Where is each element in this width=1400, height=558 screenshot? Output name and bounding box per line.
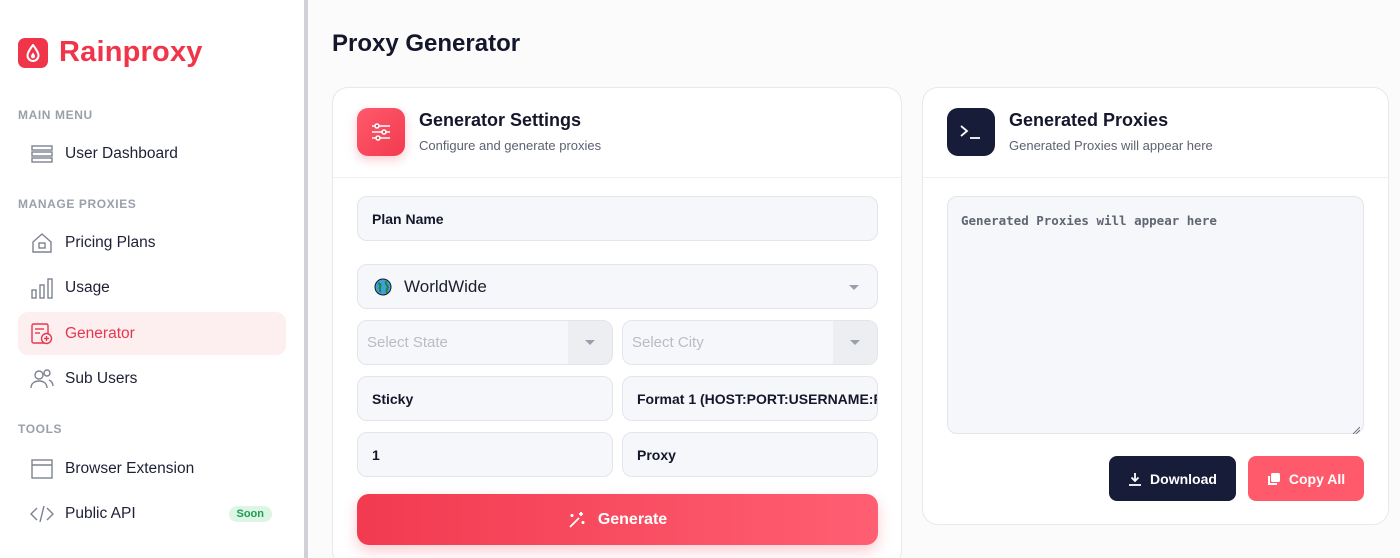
dashboard-icon (30, 142, 54, 166)
users-icon (30, 367, 54, 391)
chevron-down-icon (849, 285, 859, 290)
copy-icon (1267, 472, 1281, 486)
session-type-select[interactable]: Sticky (357, 376, 613, 421)
section-label-manage-proxies: MANAGE PROXIES (18, 197, 137, 211)
textarea-placeholder: Generated Proxies will appear here (961, 213, 1217, 228)
generated-proxies-textarea[interactable]: Generated Proxies will appear here (947, 196, 1364, 435)
card-title: Generated Proxies (1009, 110, 1169, 130)
sidebar-item-usage[interactable]: Usage (18, 266, 286, 309)
browser-window-icon (30, 457, 54, 481)
sidebar-item-user-dashboard[interactable]: User Dashboard (18, 132, 286, 175)
output-type-value: Proxy (637, 446, 676, 463)
section-label-main-menu: MAIN MENU (18, 108, 93, 122)
code-icon (30, 502, 54, 526)
country-value: WorldWide (404, 276, 487, 296)
city-dropdown-toggle[interactable] (833, 321, 877, 364)
generate-button[interactable]: Generate (357, 494, 878, 545)
generate-label: Generate (597, 510, 668, 528)
terminal-icon (947, 108, 995, 156)
sidebar-item-public-api[interactable]: Public API Soon (18, 492, 286, 535)
output-type-select[interactable]: Proxy (622, 432, 878, 477)
card-title: Generator Settings (419, 110, 582, 130)
sidebar-item-label: Generator (65, 324, 135, 342)
sliders-icon (357, 108, 405, 156)
resize-grip-icon[interactable] (1352, 422, 1361, 435)
section-label-tools: TOOLS (18, 422, 63, 436)
generated-proxies-card: Generated Proxies Generated Proxies will… (922, 87, 1389, 525)
state-placeholder: Select State (367, 334, 448, 351)
sidebar-item-generator[interactable]: Generator (18, 312, 286, 355)
city-select[interactable]: Select City (622, 320, 878, 365)
sidebar-item-label: Browser Extension (65, 459, 195, 477)
card-header: Generator Settings Configure and generat… (333, 88, 901, 178)
generator-settings-card: Generator Settings Configure and generat… (332, 87, 902, 558)
sidebar: Rainproxy MAIN MENU User Dashboard MANAG… (0, 0, 304, 558)
sidebar-item-label: Sub Users (65, 369, 138, 387)
sidebar-item-label: User Dashboard (65, 144, 178, 162)
chevron-down-icon (585, 340, 595, 345)
bar-chart-icon (30, 276, 54, 300)
download-icon (1128, 472, 1142, 486)
state-dropdown-toggle[interactable] (568, 321, 612, 364)
sidebar-item-label: Pricing Plans (65, 233, 156, 251)
sidebar-item-label: Usage (65, 278, 110, 296)
brand-logo[interactable]: Rainproxy (18, 36, 203, 69)
globe-icon (374, 278, 392, 296)
card-subtitle: Generated Proxies will appear here (1009, 138, 1213, 153)
copy-all-label: Copy All (1288, 470, 1346, 487)
card-header: Generated Proxies Generated Proxies will… (923, 88, 1388, 178)
sidebar-divider (304, 0, 308, 558)
raindrop-logo-icon (18, 37, 48, 68)
magic-wand-icon (568, 511, 586, 529)
city-placeholder: Select City (632, 334, 704, 351)
download-button[interactable]: Download (1109, 456, 1236, 501)
chevron-down-icon (850, 340, 860, 345)
plan-name-value: Plan Name (372, 210, 444, 227)
quantity-field[interactable]: 1 (357, 432, 613, 477)
sidebar-item-pricing-plans[interactable]: Pricing Plans (18, 221, 286, 264)
sidebar-item-browser-extension[interactable]: Browser Extension (18, 447, 286, 490)
quantity-value: 1 (372, 446, 380, 463)
proxy-format-value: Format 1 (HOST:PORT:USERNAME:PASSWORD) (637, 390, 878, 407)
download-label: Download (1150, 470, 1217, 487)
copy-all-button[interactable]: Copy All (1248, 456, 1364, 501)
house-icon (30, 231, 54, 255)
sidebar-item-label: Public API (65, 504, 136, 522)
state-select[interactable]: Select State (357, 320, 613, 365)
page-title: Proxy Generator (332, 30, 521, 57)
country-select[interactable]: WorldWide (357, 264, 878, 309)
generator-icon (30, 322, 54, 346)
proxy-format-select[interactable]: Format 1 (HOST:PORT:USERNAME:PASSWORD) (622, 376, 878, 421)
sidebar-item-sub-users[interactable]: Sub Users (18, 357, 286, 400)
soon-badge: Soon (228, 506, 272, 522)
plan-name-select[interactable]: Plan Name (357, 196, 878, 241)
brand-name: Rainproxy (59, 36, 203, 68)
session-type-value: Sticky (372, 390, 414, 407)
card-subtitle: Configure and generate proxies (419, 138, 602, 153)
